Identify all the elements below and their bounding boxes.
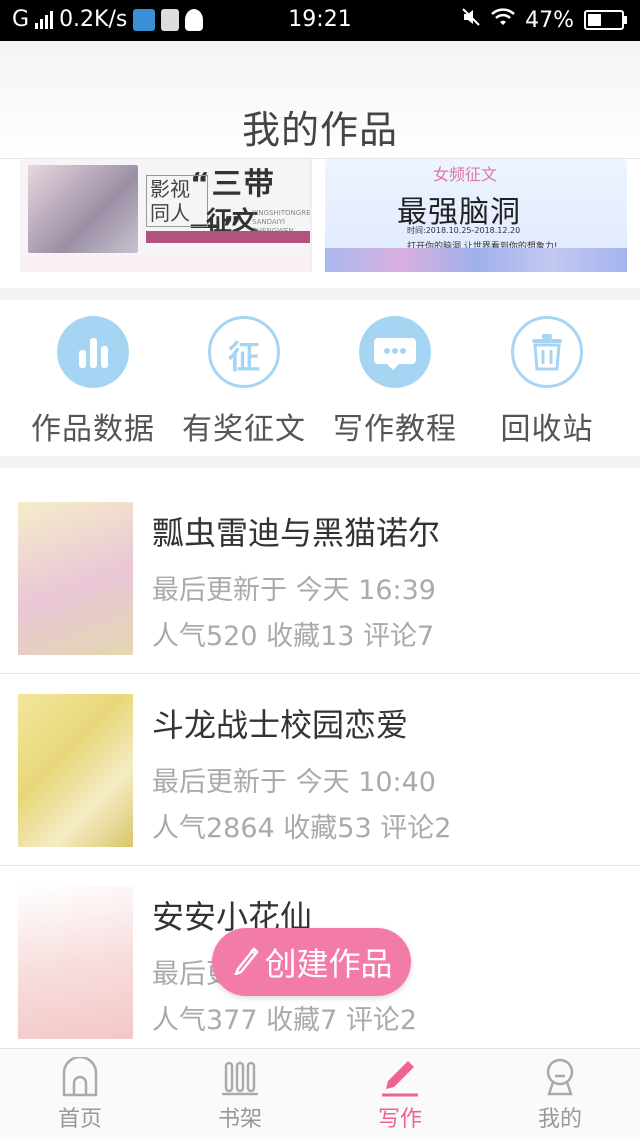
bar-chart-icon (57, 316, 129, 388)
action-label: 有奖征文 (182, 412, 306, 447)
page-header: 我的作品 (0, 41, 640, 159)
banner-floral-decoration (325, 248, 627, 272)
work-stats: 人气2864 收藏53 评论2 (152, 813, 452, 844)
divider (0, 673, 640, 674)
create-work-button[interactable]: 创建作品 (212, 928, 411, 996)
wifi-icon (491, 7, 515, 33)
section-divider (0, 456, 640, 468)
action-recycle-bin[interactable]: 回收站 (472, 316, 622, 448)
profile-icon (546, 1058, 574, 1096)
banner-date: 时间:2018.10.25-2018.12.20 (407, 226, 521, 235)
mute-icon (461, 7, 481, 33)
page-title: 我的作品 (241, 108, 398, 152)
banner-footer (20, 255, 310, 272)
battery-percent: 47% (525, 7, 574, 33)
home-icon (62, 1057, 98, 1097)
tab-label: 写作 (377, 1107, 422, 1132)
action-contests[interactable]: 征 有奖征文 (169, 316, 319, 448)
tab-label: 首页 (57, 1107, 102, 1132)
status-right: 47% (461, 7, 627, 33)
tab-write[interactable]: 写作 (340, 1057, 460, 1133)
tab-profile[interactable]: 我的 (500, 1057, 620, 1133)
create-work-label: 创建作品 (264, 945, 393, 983)
banner-tag: 女频征文 (433, 165, 498, 184)
work-stats: 人气377 收藏7 评论2 (152, 1005, 418, 1036)
work-updated: 最后更新于 今天 16:39 (152, 575, 436, 606)
banner-brain-hole-contest[interactable]: 女频征文 最强脑洞 时间:2018.10.25-2018.12.20 打开你的脑… (325, 159, 627, 272)
action-label: 写作教程 (333, 412, 457, 447)
work-updated: 最后更新于 今天 10:40 (152, 767, 436, 798)
action-work-stats[interactable]: 作品数据 (18, 316, 168, 448)
bookshelf-icon (222, 1061, 258, 1096)
banner-carousel[interactable]: “三带一” 影视同人 征文 YINGSHITONGREN SANDAIYI ZH… (0, 159, 640, 272)
battery-level (588, 14, 602, 26)
work-cover (18, 886, 133, 1039)
divider (0, 865, 640, 866)
chat-bubble-icon (359, 316, 431, 388)
section-divider (0, 288, 640, 300)
banner-label: 影视同人 (146, 175, 208, 227)
banner-photo (28, 165, 138, 253)
banner-film-fanfic-contest[interactable]: “三带一” 影视同人 征文 YINGSHITONGREN SANDAIYI ZH… (20, 159, 312, 272)
work-cover (18, 694, 133, 847)
tab-home[interactable]: 首页 (20, 1057, 140, 1133)
status-bar: G 0.2K/s 19:21 47% (0, 0, 640, 41)
contest-icon: 征 (208, 316, 280, 388)
work-cover (18, 502, 133, 655)
action-label: 作品数据 (31, 412, 155, 447)
tab-label: 我的 (537, 1107, 582, 1132)
tab-label: 书架 (217, 1107, 262, 1132)
action-writing-tutorial[interactable]: 写作教程 (320, 316, 470, 448)
banner-strip (146, 231, 310, 243)
tab-bookshelf[interactable]: 书架 (180, 1057, 300, 1133)
pencil-icon (230, 941, 260, 983)
quick-actions: 作品数据 征 有奖征文 写作教程 回收站 (0, 300, 640, 456)
battery-icon (584, 10, 627, 30)
work-title: 斗龙战士校园恋爱 (152, 706, 409, 744)
bottom-tab-bar: 首页 书架 写作 我的 (0, 1048, 640, 1139)
trash-icon (511, 316, 583, 388)
work-stats: 人气520 收藏13 评论7 (152, 621, 435, 652)
pencil-icon (382, 1061, 418, 1097)
work-item[interactable]: 瓢虫雷迪与黑猫诺尔 最后更新于 今天 16:39 人气520 收藏13 评论7 (0, 484, 640, 674)
work-title: 瓢虫雷迪与黑猫诺尔 (152, 514, 441, 552)
work-item[interactable]: 斗龙战士校园恋爱 最后更新于 今天 10:40 人气2864 收藏53 评论2 (0, 676, 640, 866)
action-label: 回收站 (500, 412, 594, 447)
